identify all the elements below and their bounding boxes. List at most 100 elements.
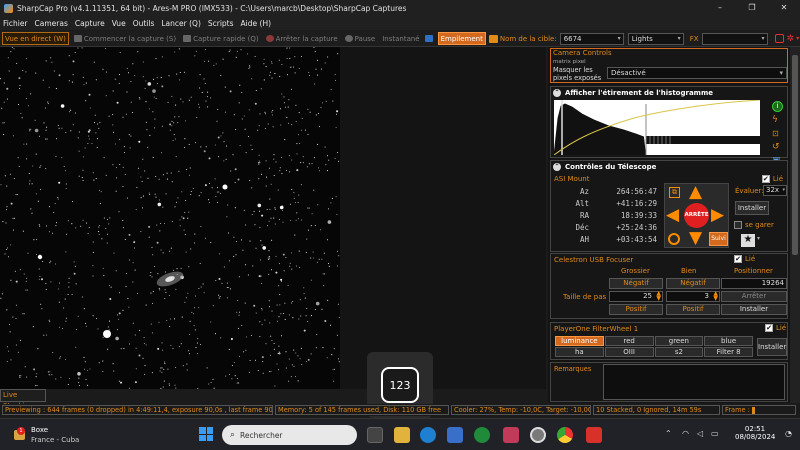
hot-pixel-select[interactable]: Désactivé ▾ <box>607 67 787 79</box>
windows-start-icon[interactable] <box>199 427 213 441</box>
histogram-graph[interactable] <box>554 100 760 155</box>
panel-scrollbar[interactable] <box>790 47 800 403</box>
sharpcap-taskbar-icon[interactable] <box>530 427 546 443</box>
coarse-negative-button[interactable]: Négatif <box>609 278 663 289</box>
spinner-icon[interactable]: ▲ ▼ <box>713 291 718 302</box>
menu-fichier[interactable]: Fichier <box>3 19 28 28</box>
fx-select[interactable]: ▾ <box>701 32 768 45</box>
tracking-button[interactable]: Suivi <box>709 232 728 246</box>
mount-linked[interactable]: ✔ Lié <box>761 175 783 183</box>
live-view-button[interactable]: Vue en direct (W) <box>2 32 69 45</box>
news-icon[interactable]: 1 <box>14 427 28 441</box>
filter-button[interactable]: ha <box>555 347 604 357</box>
reticle-dropdown-icon[interactable]: ▾ <box>796 35 799 42</box>
filter-button[interactable]: red <box>604 336 654 346</box>
close-button[interactable]: ✕ <box>768 0 800 16</box>
fine-step-field[interactable]: 3 ▲ ▼ <box>666 291 720 302</box>
position-field[interactable]: 19264 <box>721 278 787 289</box>
clock[interactable]: 02:51 08/08/2024 <box>735 425 775 441</box>
menu-cameras[interactable]: Cameras <box>35 19 68 28</box>
quick-capture-button[interactable]: Capture rapide (Q) <box>181 32 261 45</box>
wifi-icon[interactable]: ◠ <box>682 429 689 438</box>
histogram-header[interactable]: ⌃ Afficher l'étirement de l'histogramme <box>551 87 787 99</box>
checkbox-checked-icon[interactable]: ✔ <box>765 324 773 332</box>
arrow-down-icon[interactable]: ▼ <box>689 230 702 247</box>
file-explorer-icon[interactable] <box>394 427 410 443</box>
coarse-step-field[interactable]: 25 ▲ ▼ <box>609 291 663 302</box>
record-frame-icon[interactable] <box>774 34 784 43</box>
news-title[interactable]: Boxe <box>31 426 48 434</box>
battery-icon[interactable]: ▭ <box>711 429 719 438</box>
lock-icon[interactable]: ⊡ <box>772 129 784 139</box>
app-remote-icon[interactable] <box>586 427 602 443</box>
checkbox-checked-icon[interactable]: ✔ <box>761 175 770 183</box>
mount-setup-button[interactable]: Installer <box>735 201 769 215</box>
star-icon[interactable]: ★ <box>741 234 755 247</box>
reticle-icon[interactable]: ✲ <box>787 34 795 44</box>
menu-lancer[interactable]: Lancer (Q) <box>161 19 201 28</box>
image-viewport[interactable]: 123 <box>0 47 546 418</box>
info-icon[interactable]: i <box>772 101 783 112</box>
notification-bell-icon[interactable]: ◔ <box>785 429 792 438</box>
live-stacking-tab[interactable]: Live Stacking <box>0 389 46 410</box>
focuser-setup-button[interactable]: Installer <box>721 304 787 315</box>
filterwheel-linked[interactable]: ✔ Lié <box>765 324 786 332</box>
filter-button[interactable]: green <box>654 336 704 346</box>
fine-negative-button[interactable]: Négatif <box>666 278 720 289</box>
hot-pixel-top-label: matrix pixel <box>553 59 586 65</box>
focuser-linked[interactable]: ✔ Lié <box>734 255 755 263</box>
menu-vue[interactable]: Vue <box>112 19 126 28</box>
scrollbar-thumb[interactable] <box>792 55 798 255</box>
arrow-left-icon[interactable]: ◀ <box>666 207 679 224</box>
chevron-down-icon[interactable]: ▾ <box>757 235 760 242</box>
lightning-icon[interactable]: ϟ <box>772 115 784 126</box>
menu-scripts[interactable]: Scripts <box>208 19 234 28</box>
reset-icon[interactable]: ↺ <box>772 142 784 153</box>
app-green-icon[interactable] <box>474 427 490 443</box>
spinner-icon[interactable]: ▲ ▼ <box>656 291 661 302</box>
crosshair-icon[interactable] <box>668 233 680 245</box>
filter-button[interactable]: Filter 8 <box>704 347 753 357</box>
telescope-header[interactable]: ⌃ Contrôles du Télescope <box>551 161 787 173</box>
rate-select[interactable]: 32x ▾ <box>763 185 787 196</box>
pause-button[interactable]: Pause <box>343 32 378 45</box>
speaker-icon[interactable]: ◁ <box>697 429 703 438</box>
chevron-up-icon[interactable]: ⌃ <box>665 429 672 438</box>
filter-button[interactable]: blue <box>704 336 753 346</box>
filter-button[interactable]: s2 <box>654 347 704 357</box>
news-subtitle[interactable]: France - Cuba <box>31 436 79 444</box>
fine-positive-button[interactable]: Positif <box>666 304 720 315</box>
menu-outils[interactable]: Outils <box>133 19 155 28</box>
stop-button[interactable]: ARRÊTE <box>684 203 709 228</box>
stop-capture-button[interactable]: Arrêter la capture <box>264 32 340 45</box>
menu-capture[interactable]: Capture <box>75 19 105 28</box>
park-checkbox[interactable] <box>734 221 742 229</box>
chrome-icon[interactable] <box>557 427 573 443</box>
snapshot-button[interactable]: Instantané <box>380 32 421 45</box>
frame-type-select[interactable]: Lights ▾ <box>627 32 684 45</box>
notes-textarea[interactable] <box>603 364 785 400</box>
edge-icon[interactable] <box>420 427 436 443</box>
minimize-button[interactable]: – <box>704 0 736 16</box>
target-name-field[interactable]: 6674 ▾ <box>559 32 624 45</box>
task-view-icon[interactable] <box>367 427 383 443</box>
filterwheel-setup-button[interactable]: Installer <box>757 338 787 356</box>
start-capture-button[interactable]: Commencer la capture (S) <box>72 32 178 45</box>
arrow-right-icon[interactable]: ▶ <box>711 207 724 224</box>
arrow-up-icon[interactable]: ▲ <box>689 184 702 201</box>
park-option[interactable]: se garer <box>734 221 774 229</box>
coarse-positive-button[interactable]: Positif <box>609 304 663 315</box>
focuser-stop-button[interactable]: Arrêter <box>721 291 787 302</box>
taskbar-search[interactable]: ⌕ Rechercher <box>222 425 572 445</box>
app-red-icon[interactable] <box>503 427 519 443</box>
stacking-button[interactable]: Empilement <box>437 32 486 45</box>
camera-controls-header[interactable]: Camera Controls <box>551 49 787 59</box>
filter-button[interactable]: luminance <box>555 336 604 346</box>
menu-aide[interactable]: Aide (H) <box>241 19 271 28</box>
control-panel: Camera Controls matrix pixel Masquer les… <box>548 47 790 403</box>
filter-button[interactable]: OIII <box>604 347 654 357</box>
maximize-button[interactable]: ❐ <box>736 0 768 16</box>
goto-icon[interactable]: ⧉ <box>669 187 680 198</box>
store-icon[interactable] <box>447 427 463 443</box>
checkbox-checked-icon[interactable]: ✔ <box>734 255 742 263</box>
